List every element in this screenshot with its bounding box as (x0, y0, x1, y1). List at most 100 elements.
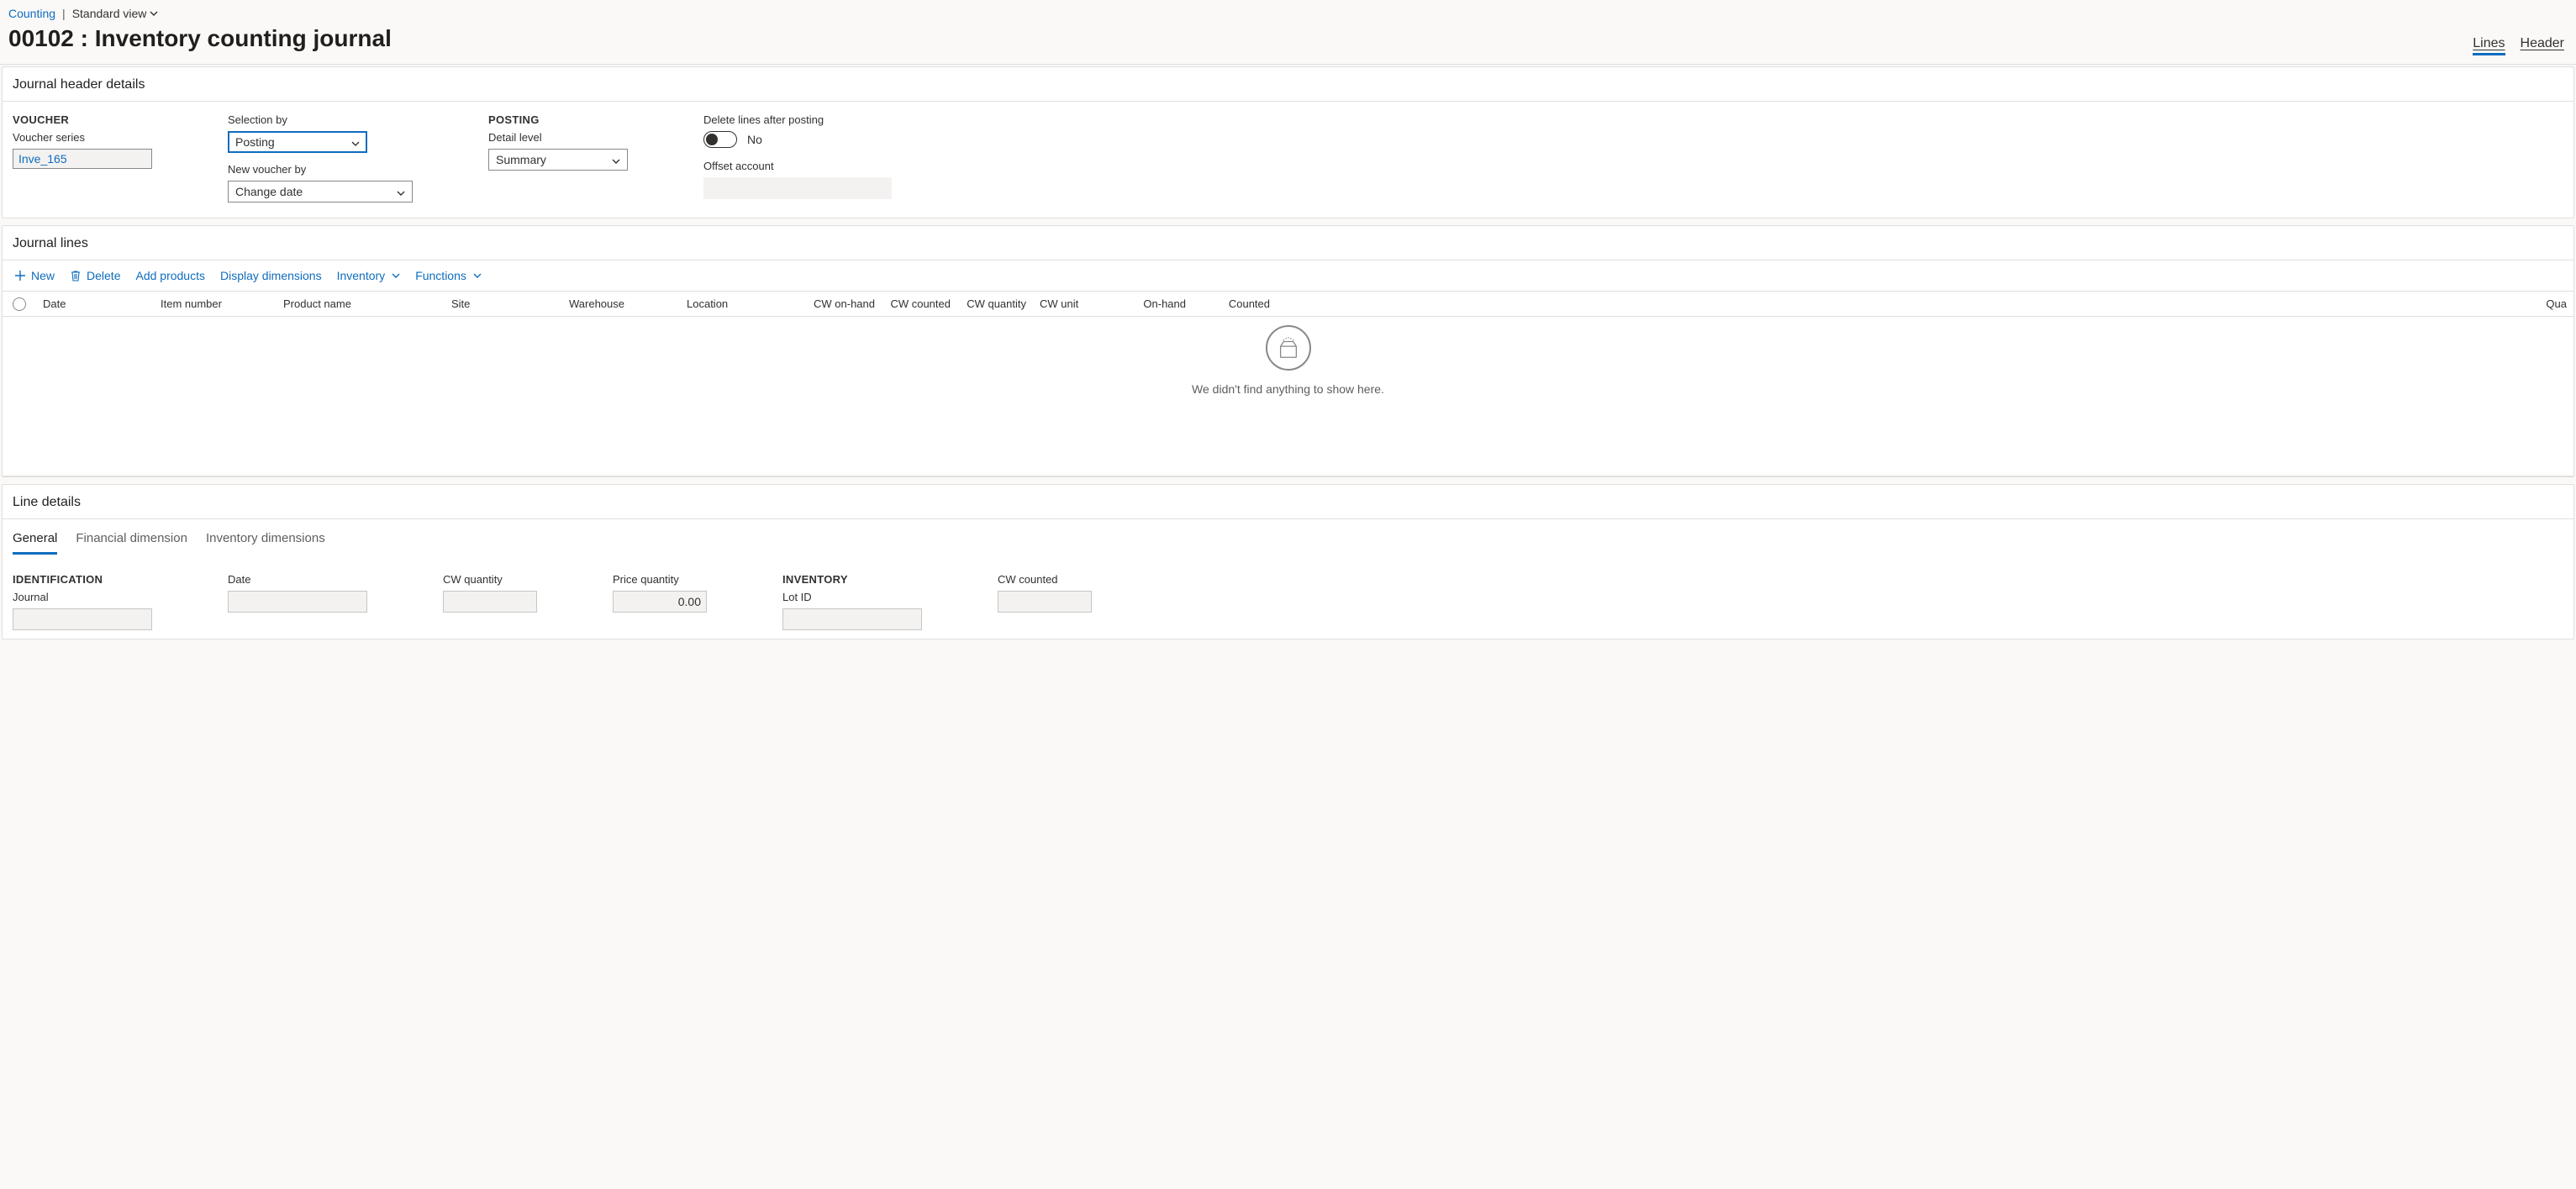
functions-menu[interactable]: Functions (415, 269, 482, 282)
view-tabs: Lines Header (2473, 36, 2564, 55)
chevron-down-icon (612, 153, 620, 166)
empty-box-icon (1266, 325, 1311, 371)
tab-header[interactable]: Header (2521, 36, 2564, 55)
chevron-down-icon (473, 273, 482, 278)
cw-quantity-field[interactable] (443, 591, 537, 613)
identification-group-label: IDENTIFICATION (13, 573, 152, 586)
lines-grid: Date Item number Product name Site Wareh… (3, 292, 2573, 476)
voucher-group-label: VOUCHER (13, 113, 152, 126)
section-title-header-details[interactable]: Journal header details (3, 67, 2573, 102)
col-cw-unit[interactable]: CW unit (1033, 297, 1100, 310)
inventory-menu[interactable]: Inventory (337, 269, 401, 282)
identification-column: IDENTIFICATION Journal (13, 573, 152, 630)
col-site[interactable]: Site (445, 297, 562, 310)
delete-lines-toggle-text: No (747, 133, 762, 146)
lines-toolbar: New Delete Add products Display dimensio… (3, 260, 2573, 292)
plus-icon (14, 270, 26, 281)
cw-counted-label: CW counted (998, 573, 1092, 586)
posting-column: POSTING Detail level Summary (488, 113, 628, 203)
new-button[interactable]: New (14, 269, 55, 282)
voucher-settings-column: Selection by Posting New voucher by Chan… (228, 113, 413, 203)
cw-counted-column: CW counted (998, 573, 1092, 630)
col-product-name[interactable]: Product name (277, 297, 445, 310)
posting-options-column: Delete lines after posting No Offset acc… (703, 113, 892, 203)
page-header: Counting | Standard view 00102 : Invento… (0, 0, 2576, 65)
delete-lines-toggle[interactable] (703, 131, 737, 148)
date-column: Date (228, 573, 367, 630)
breadcrumb-link-counting[interactable]: Counting (8, 7, 55, 20)
tab-financial-dimension[interactable]: Financial dimension (76, 531, 187, 555)
new-voucher-by-value: Change date (235, 185, 303, 198)
breadcrumb-separator: | (62, 7, 66, 20)
journal-field[interactable] (13, 608, 152, 630)
date-label: Date (228, 573, 367, 586)
detail-level-value: Summary (496, 153, 546, 166)
tab-general[interactable]: General (13, 531, 57, 555)
voucher-series-label: Voucher series (13, 131, 152, 144)
view-switcher-label: Standard view (72, 7, 147, 20)
lines-grid-header: Date Item number Product name Site Wareh… (3, 292, 2573, 317)
new-voucher-by-select[interactable]: Change date (228, 181, 413, 203)
tab-lines[interactable]: Lines (2473, 36, 2505, 55)
price-quantity-label: Price quantity (613, 573, 707, 586)
inventory-group-label: INVENTORY (782, 573, 922, 586)
col-cw-quantity[interactable]: CW quantity (957, 297, 1033, 310)
col-cw-counted[interactable]: CW counted (882, 297, 957, 310)
new-button-label: New (31, 269, 55, 282)
price-quantity-field[interactable]: 0.00 (613, 591, 707, 613)
selection-by-value: Posting (235, 135, 275, 149)
tab-inventory-dimensions[interactable]: Inventory dimensions (206, 531, 325, 555)
chevron-down-icon (392, 273, 400, 278)
voucher-column: VOUCHER Voucher series Inve_165 (13, 113, 152, 203)
empty-message: We didn't find anything to show here. (1192, 382, 1384, 396)
col-warehouse[interactable]: Warehouse (562, 297, 680, 310)
breadcrumb: Counting | Standard view (8, 7, 2568, 20)
cw-quantity-column: CW quantity (443, 573, 537, 630)
page-title: 00102 : Inventory counting journal (8, 25, 392, 52)
chevron-down-icon (150, 11, 158, 16)
price-quantity-column: Price quantity 0.00 (613, 573, 707, 630)
col-on-hand[interactable]: On-hand (1100, 297, 1193, 310)
detail-level-label: Detail level (488, 131, 628, 144)
section-line-details: Line details General Financial dimension… (2, 484, 2574, 639)
delete-button-label: Delete (87, 269, 120, 282)
cw-counted-field[interactable] (998, 591, 1092, 613)
trash-icon (70, 270, 82, 281)
col-cw-on-hand[interactable]: CW on-hand (798, 297, 882, 310)
lines-empty-state: We didn't find anything to show here. (3, 317, 2573, 476)
functions-menu-label: Functions (415, 269, 466, 282)
col-date[interactable]: Date (36, 297, 154, 310)
add-products-button[interactable]: Add products (135, 269, 205, 282)
selection-by-select[interactable]: Posting (228, 131, 367, 153)
col-location[interactable]: Location (680, 297, 798, 310)
delete-button[interactable]: Delete (70, 269, 120, 282)
view-switcher[interactable]: Standard view (72, 7, 159, 20)
new-voucher-by-label: New voucher by (228, 163, 413, 176)
col-quantity[interactable]: Qua (1277, 297, 2573, 310)
detail-level-select[interactable]: Summary (488, 149, 628, 171)
journal-label: Journal (13, 591, 152, 603)
offset-account-field[interactable] (703, 177, 892, 199)
section-journal-lines: Journal lines New Delete Add products Di… (2, 225, 2574, 477)
col-counted[interactable]: Counted (1193, 297, 1277, 310)
col-item-number[interactable]: Item number (154, 297, 277, 310)
select-all-column[interactable] (3, 297, 36, 311)
cw-quantity-label: CW quantity (443, 573, 537, 586)
posting-group-label: POSTING (488, 113, 628, 126)
chevron-down-icon (351, 135, 360, 149)
section-title-journal-lines[interactable]: Journal lines (3, 226, 2573, 260)
line-details-tabs: General Financial dimension Inventory di… (3, 519, 2573, 555)
lot-id-field[interactable] (782, 608, 922, 630)
section-journal-header-details: Journal header details VOUCHER Voucher s… (2, 66, 2574, 218)
selection-by-label: Selection by (228, 113, 413, 126)
chevron-down-icon (397, 185, 405, 198)
date-field[interactable] (228, 591, 367, 613)
voucher-series-value[interactable]: Inve_165 (13, 149, 152, 169)
display-dimensions-button[interactable]: Display dimensions (220, 269, 322, 282)
offset-account-label: Offset account (703, 160, 892, 172)
lot-id-label: Lot ID (782, 591, 922, 603)
section-title-line-details[interactable]: Line details (3, 485, 2573, 519)
inventory-menu-label: Inventory (337, 269, 386, 282)
delete-lines-label: Delete lines after posting (703, 113, 892, 126)
circle-icon (13, 297, 26, 311)
